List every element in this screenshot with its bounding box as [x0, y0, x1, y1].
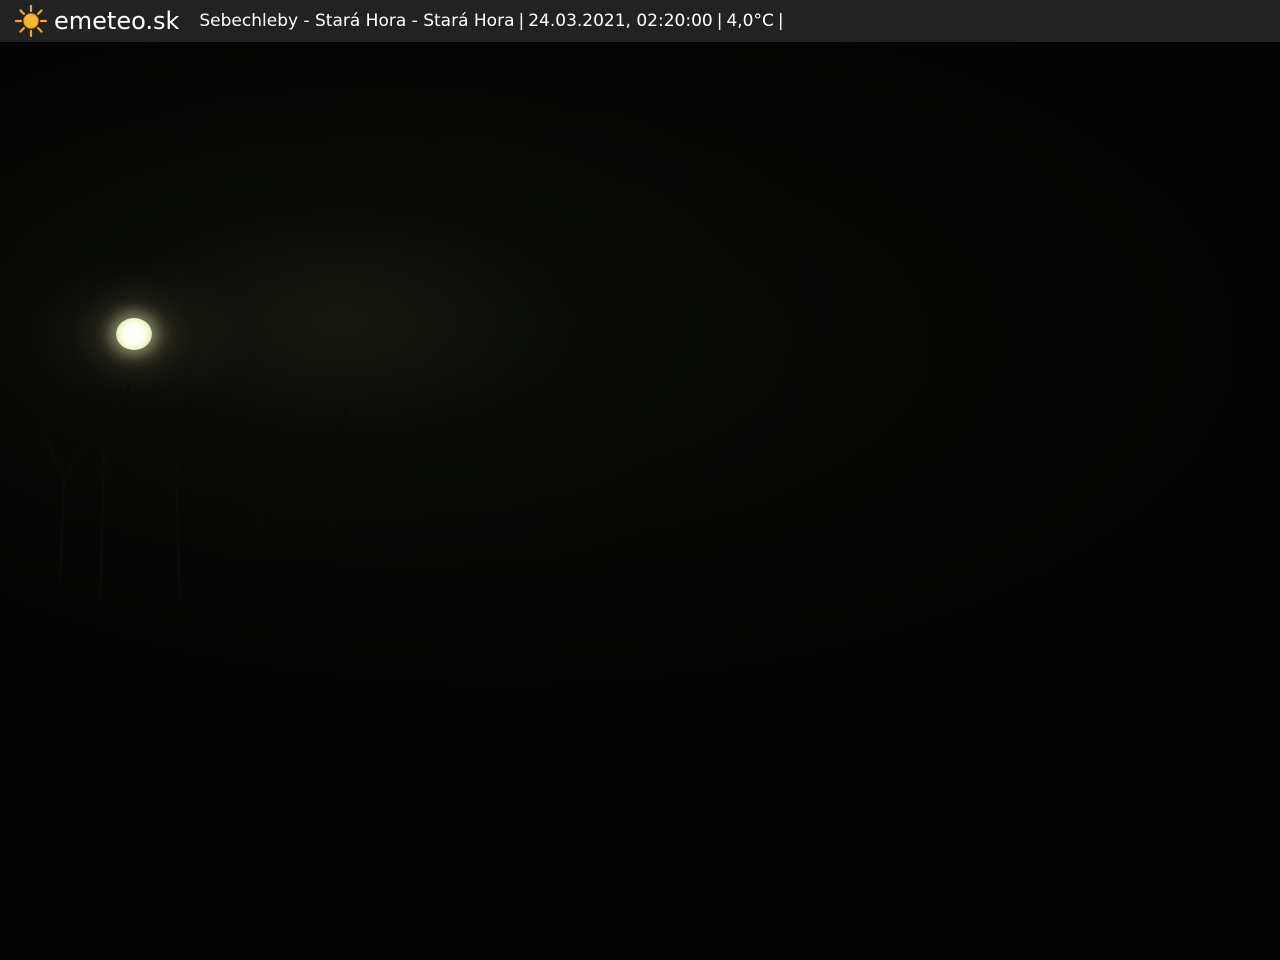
separator: |: [777, 11, 784, 31]
separator: |: [716, 11, 723, 31]
separator: |: [518, 11, 525, 31]
webcam-image: [0, 42, 1280, 960]
webcam-frame: emeteo.sk Sebechleby - Stará Hora - Star…: [0, 0, 1280, 960]
temperature-label: 4,0°C: [726, 11, 774, 31]
logo: emeteo.sk: [14, 0, 179, 42]
caption-bar: emeteo.sk Sebechleby - Stará Hora - Star…: [0, 0, 1280, 42]
brand-name: emeteo.sk: [54, 7, 180, 35]
sun-icon: [14, 4, 48, 38]
datetime-label: 24.03.2021, 02:20:00: [528, 11, 713, 31]
tree-silhouettes: [39, 381, 351, 603]
location-label: Sebechleby - Stará Hora - Stará Hora: [199, 11, 515, 31]
caption-text: Sebechleby - Stará Hora - Stará Hora | 24.…: [199, 0, 787, 42]
